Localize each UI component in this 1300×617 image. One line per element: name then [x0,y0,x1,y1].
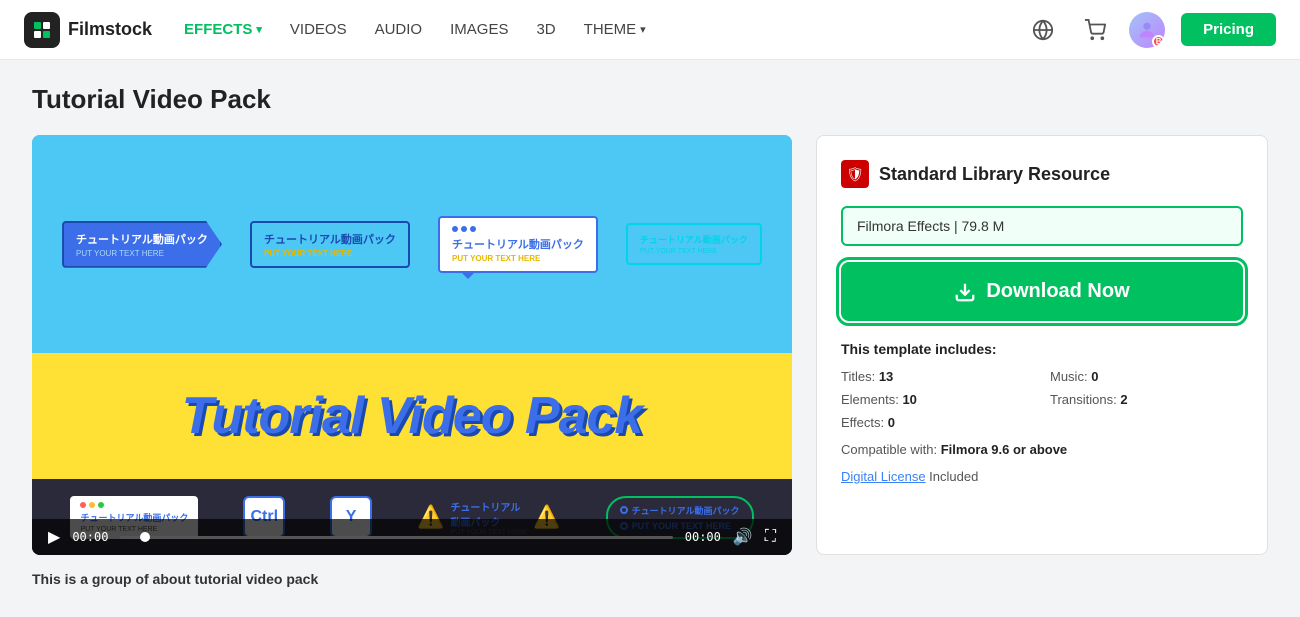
nav-links: EFFECTS VIDEOS AUDIO IMAGES 3D THEME [184,21,1025,38]
card4-en: PUT YOUR TEXT HERE [640,248,748,255]
card2-en: PUT YOUR TEXT HERE [264,249,396,258]
description-text: This is a group of about tutorial video … [32,571,792,587]
time-end: 00:00 [685,530,721,544]
logo-icon [24,12,60,48]
navbar: Filmstock EFFECTS VIDEOS AUDIO IMAGES 3D… [0,0,1300,60]
transitions-row: Transitions: 2 [1050,392,1243,407]
download-label: Download Now [986,280,1129,303]
elements-value: 10 [902,392,916,407]
template-includes-label: This template includes: [841,341,1243,357]
oval-row1: チュートリアル動画パック [620,504,740,517]
wd-yellow [89,502,95,508]
template-info-grid: Titles: 13 Music: 0 Elements: 10 Transit… [841,369,1243,430]
resource-header: 🛡 Standard Library Resource [841,160,1243,188]
dots-row [452,226,584,232]
license-suffix: Included [929,469,978,484]
elements-row: Elements: 10 [841,392,1034,407]
wd-red [80,502,86,508]
effects-row: Effects: 0 [841,415,1034,430]
transitions-label: Transitions: [1050,392,1117,407]
oval-dot1 [620,506,628,514]
shield-icon: 🛡 [841,160,869,188]
effects-value: 0 [888,415,895,430]
effects-label: Effects: [841,415,884,430]
license-row: Digital License Included [841,469,1243,484]
play-button[interactable]: ▶ [48,527,60,547]
video-controls: ▶ 00:00 00:00 🔊 ⛶ [32,519,792,555]
resource-title: Standard Library Resource [879,164,1110,185]
titles-row: Titles: 13 [841,369,1034,384]
nav-effects[interactable]: EFFECTS [184,21,262,38]
dot2 [461,226,467,232]
logo[interactable]: Filmstock [24,12,152,48]
title-card-2: チュートリアル動画パック PUT YOUR TEXT HERE [250,221,410,268]
card1-en: PUT YOUR TEXT HERE [76,249,208,258]
card3-en: PUT YOUR TEXT HERE [452,254,584,263]
avatar[interactable]: B [1129,12,1165,48]
video-preview: チュートリアル動画パック PUT YOUR TEXT HERE チュートリアル動… [32,135,792,555]
file-badge: Filmora Effects | 79.8 M [841,206,1243,246]
sidebar: 🛡 Standard Library Resource Filmora Effe… [816,135,1268,555]
nav-right: B Pricing [1025,12,1276,48]
nav-theme[interactable]: THEME [584,21,646,38]
progress-dot [140,532,150,542]
compatible-label: Compatible with: [841,442,937,457]
title-card-1: チュートリアル動画パック PUT YOUR TEXT HERE [62,221,222,268]
fullscreen-button[interactable]: ⛶ [765,528,776,546]
nav-3d[interactable]: 3D [536,21,555,38]
logo-text: Filmstock [68,19,152,40]
music-value: 0 [1091,369,1098,384]
nav-audio[interactable]: AUDIO [375,21,423,38]
download-icon [954,281,976,303]
oval-text1: チュートリアル動画パック [632,504,740,517]
video-area: チュートリアル動画パック PUT YOUR TEXT HERE チュートリアル動… [32,135,792,587]
main-layout: チュートリアル動画パック PUT YOUR TEXT HERE チュートリアル動… [32,135,1268,587]
titles-value: 13 [879,369,893,384]
window-dots [80,502,188,508]
volume-button[interactable]: 🔊 [733,527,753,547]
nav-images[interactable]: IMAGES [450,21,508,38]
nav-videos[interactable]: VIDEOS [290,21,347,38]
time-start: 00:00 [72,530,108,544]
card2-jp: チュートリアル動画パック [264,231,396,247]
music-row: Music: 0 [1050,369,1243,384]
title-card-4: チュートリアル動画パック PUT YOUR TEXT HERE [626,223,762,265]
pricing-button[interactable]: Pricing [1181,13,1276,46]
compatible-value: Filmora 9.6 or above [941,442,1067,457]
page-content: Tutorial Video Pack チュートリアル動画パック PUT YOU… [0,60,1300,611]
page-title: Tutorial Video Pack [32,84,1268,115]
license-link[interactable]: Digital License [841,469,926,484]
card1-jp: チュートリアル動画パック [76,231,208,247]
elements-label: Elements: [841,392,899,407]
card3-jp: チュートリアル動画パック [452,236,584,252]
wd-green [98,502,104,508]
card4-jp: チュートリアル動画パック [640,233,748,246]
title-card-3: チュートリアル動画パック PUT YOUR TEXT HERE [438,216,598,273]
transitions-value: 2 [1120,392,1127,407]
video-middle: Tutorial Video Pack [32,353,792,479]
dot1 [452,226,458,232]
globe-icon[interactable] [1025,12,1061,48]
video-container: チュートリアル動画パック PUT YOUR TEXT HERE チュートリアル動… [32,135,792,555]
titles-label: Titles: [841,369,875,384]
video-top: チュートリアル動画パック PUT YOUR TEXT HERE チュートリアル動… [32,135,792,353]
video-big-title: Tutorial Video Pack [182,386,643,446]
avatar-badge: B [1152,35,1165,48]
compatible-text: Compatible with: Filmora 9.6 or above [841,442,1243,457]
download-button[interactable]: Download Now [841,262,1243,321]
cart-icon[interactable] [1077,12,1113,48]
progress-bar[interactable] [120,536,672,539]
music-label: Music: [1050,369,1088,384]
dot3 [470,226,476,232]
